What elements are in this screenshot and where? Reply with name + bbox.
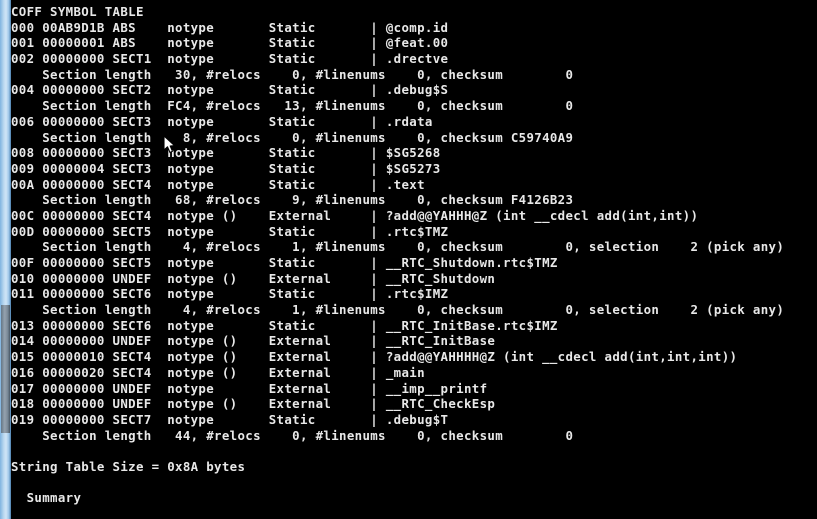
console-line: 00D 00000000 SECT5 notype Static | .rtc$… xyxy=(11,223,449,239)
console-line: Summary xyxy=(11,490,82,506)
console-line: Section length FC4, #relocs 13, #linenum… xyxy=(11,98,574,114)
console-line: 00C 00000000 SECT4 notype () External | … xyxy=(11,207,699,223)
console-line: 002 00000000 SECT1 notype Static | .drec… xyxy=(11,51,449,67)
console-line: Section length 68, #relocs 9, #linenums … xyxy=(11,192,574,208)
console-line: 009 00000004 SECT3 notype Static | $SG52… xyxy=(11,160,441,176)
vertical-scrollbar[interactable] xyxy=(0,0,11,519)
console-line: 015 00000010 SECT4 notype () External | … xyxy=(11,349,738,365)
console-line: String Table Size = 0x8A bytes xyxy=(11,458,246,474)
console-line: 000 00AB9D1B ABS notype Static | @comp.i… xyxy=(11,19,449,35)
console-line: 004 00000000 SECT2 notype Static | .debu… xyxy=(11,82,449,98)
scrollbar-thumb[interactable] xyxy=(1,305,10,433)
console-line: 001 00000001 ABS notype Static | @feat.0… xyxy=(11,35,449,51)
console-line: 011 00000000 SECT6 notype Static | .rtc$… xyxy=(11,286,449,302)
console-line: 00F 00000000 SECT5 notype Static | __RTC… xyxy=(11,255,558,270)
console-line: Section length 44, #relocs 0, #linenums … xyxy=(11,427,574,443)
console-line: 017 00000000 UNDEF notype External | __i… xyxy=(11,380,488,396)
console-line: Section length 8, #relocs 0, #linenums 0… xyxy=(11,129,574,145)
console-line: 019 00000000 SECT7 notype Static | .debu… xyxy=(11,411,449,427)
console-line: 013 00000000 SECT6 notype Static | __RTC… xyxy=(11,317,558,333)
console-line: 014 00000000 UNDEF notype () External | … xyxy=(11,333,496,349)
console-line: 00A 00000000 SECT4 notype Static | .text xyxy=(11,176,425,192)
console-line: 008 00000000 SECT3 notype Static | $SG52… xyxy=(11,145,441,161)
console-line: 010 00000000 UNDEF notype () External | … xyxy=(11,270,496,286)
console-line: 016 00000020 SECT4 notype () External | … xyxy=(11,364,425,380)
console-line: Section length 4, #relocs 1, #linenums 0… xyxy=(11,239,785,255)
console-line: COFF SYMBOL TABLE xyxy=(11,4,144,19)
console-line: Section length 4, #relocs 1, #linenums 0… xyxy=(11,302,785,318)
console-line: 018 00000000 UNDEF notype () External | … xyxy=(11,396,496,412)
console-line: Section length 30, #relocs 0, #linenums … xyxy=(11,66,574,82)
console-line: 006 00000000 SECT3 notype Static | .rdat… xyxy=(11,113,433,129)
console-window: COFF SYMBOL TABLE 000 00AB9D1B ABS notype… xyxy=(0,0,817,519)
console-output-area[interactable]: COFF SYMBOL TABLE 000 00AB9D1B ABS notype… xyxy=(11,0,817,519)
